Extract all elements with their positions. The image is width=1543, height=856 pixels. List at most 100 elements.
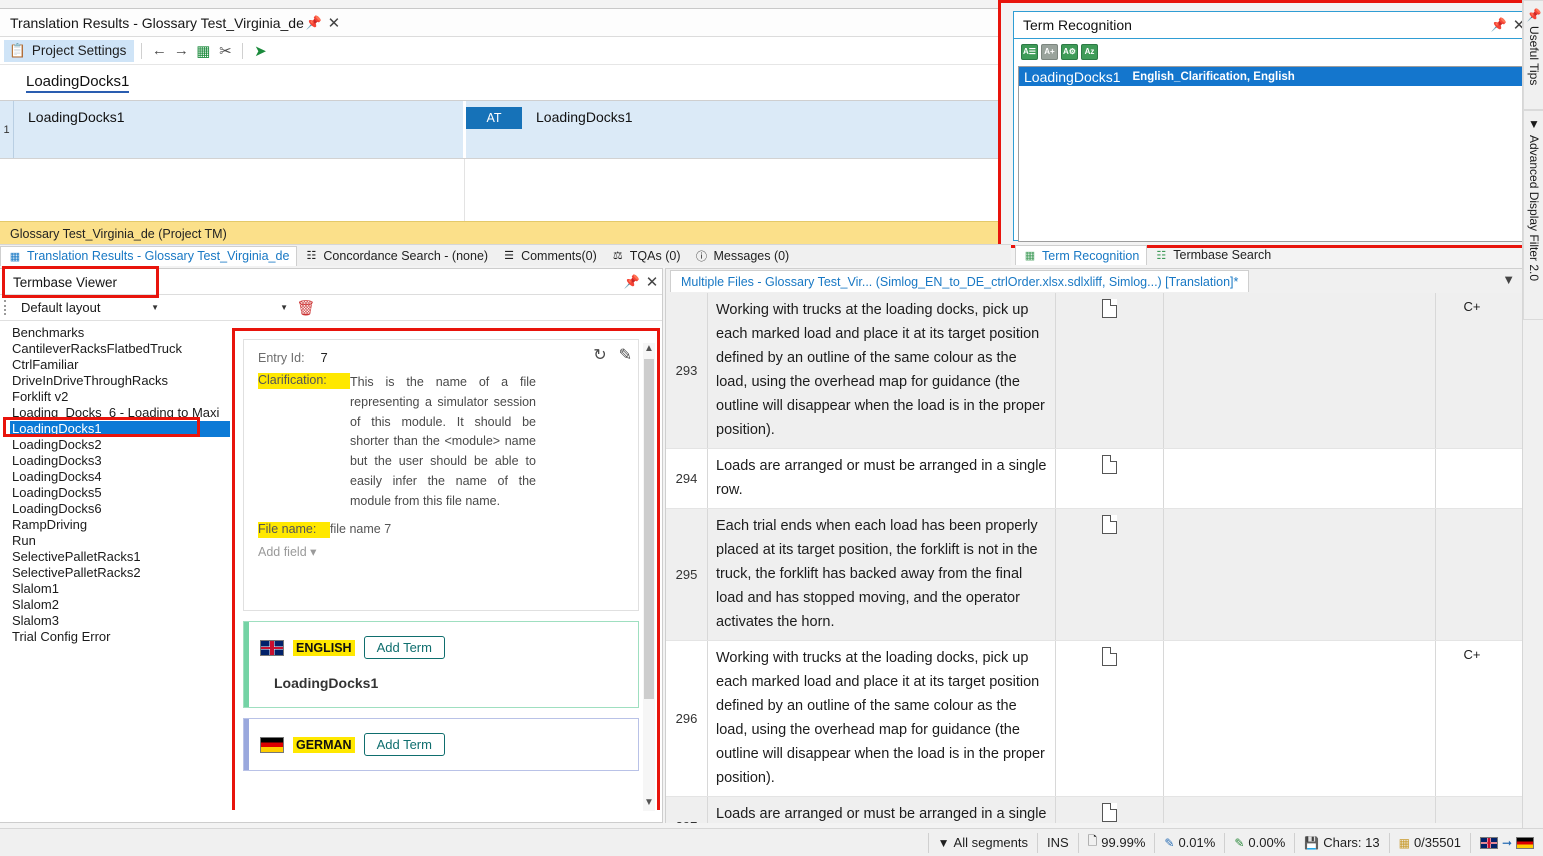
tab-messages[interactable]: ⓘ Messages (0)	[688, 246, 797, 266]
match-type-badge: AT	[466, 107, 522, 129]
termbase-settings-icon[interactable]: A⚙	[1061, 43, 1078, 60]
list-item[interactable]: LoadingDocks6	[10, 501, 230, 517]
editor-document-tab[interactable]: Multiple Files - Glossary Test_Vir... (S…	[670, 270, 1250, 292]
list-item[interactable]: DriveInDriveThroughRacks	[10, 373, 230, 389]
scrollbar-thumb[interactable]	[644, 359, 654, 699]
termbase-term-list[interactable]: Benchmarks CantileverRacksFlatbedTruck C…	[0, 321, 230, 821]
chevron-down-icon: ▼	[151, 303, 159, 312]
translation-results-title: Translation Results - Glossary Test_Virg…	[10, 14, 304, 31]
status-chars: 💾 Chars: 13	[1294, 832, 1388, 853]
close-icon[interactable]: ✕	[642, 272, 662, 292]
list-item[interactable]: Benchmarks	[10, 325, 230, 341]
file-name-row: File name: file name 7	[244, 512, 638, 538]
list-item[interactable]: LoadingDocks4	[10, 469, 230, 485]
list-item[interactable]: Slalom1	[10, 581, 230, 597]
delete-entry-icon[interactable]: 🗑	[296, 298, 316, 318]
scroll-down-icon[interactable]: ▼	[643, 797, 655, 811]
history-icon[interactable]: ↻	[593, 345, 606, 365]
add-term-button-english[interactable]: Add Term	[363, 636, 445, 659]
clear-icon[interactable]: ✂	[215, 41, 235, 61]
list-item[interactable]: LoadingDocks2	[10, 437, 230, 453]
segment-target[interactable]	[1164, 509, 1436, 640]
list-item[interactable]: LoadingDocks3	[10, 453, 230, 469]
segment-target[interactable]	[1164, 797, 1436, 823]
table-row[interactable]: 293 Working with trucks at the loading d…	[666, 293, 1542, 449]
secondary-select[interactable]: ▼	[167, 298, 292, 318]
tab-concordance-search[interactable]: ☷ Concordance Search - (none)	[297, 246, 495, 266]
segment-comment	[1436, 509, 1508, 640]
edit-icon[interactable]: ✎	[619, 345, 632, 365]
table-row[interactable]: 296 Working with trucks at the loading d…	[666, 641, 1542, 797]
list-item[interactable]: LoadingDocks5	[10, 485, 230, 501]
close-icon[interactable]: ✕	[324, 13, 344, 33]
result-target-text: LoadingDocks1	[536, 109, 633, 125]
entry-id-row: Entry Id: 7	[244, 340, 638, 365]
segment-source[interactable]: Each trial ends when each load has been …	[708, 509, 1056, 640]
empty-document-icon	[1102, 803, 1117, 822]
chevron-down-icon: ▾	[310, 544, 317, 559]
translation-results-row[interactable]: 1 LoadingDocks1 AT LoadingDocks1	[0, 101, 1010, 159]
list-item-selected[interactable]: LoadingDocks1	[10, 421, 230, 437]
run-icon[interactable]: ➤	[250, 41, 270, 61]
pin-icon[interactable]: 📌	[1489, 15, 1509, 35]
tab-translation-results[interactable]: ▦ Translation Results - Glossary Test_Vi…	[0, 245, 298, 266]
term-recognition-fields: English_Clarification, English	[1132, 70, 1295, 83]
list-item[interactable]: Trial Config Error	[10, 629, 230, 645]
insert-mode-label: INS	[1046, 835, 1069, 850]
entry-detail-scrollbar[interactable]: ▲ ▼	[643, 343, 655, 811]
tab-list-chevron-icon[interactable]: ▼	[1502, 272, 1515, 288]
empty-document-icon	[1102, 647, 1117, 666]
table-row[interactable]: 297 Loads are arranged or must be arrang…	[666, 797, 1542, 823]
add-new-term-icon[interactable]: A+	[1041, 43, 1058, 60]
table-row[interactable]: 295 Each trial ends when each load has b…	[666, 509, 1542, 641]
list-item[interactable]: CantileverRacksFlatbedTruck	[10, 341, 230, 357]
pin-icon[interactable]: 📌	[304, 13, 324, 33]
table-row[interactable]: 294 Loads are arranged or must be arrang…	[666, 449, 1542, 509]
add-term-button-german[interactable]: Add Term	[363, 733, 445, 756]
termbase-viewer-icon[interactable]: A☰	[1021, 43, 1038, 60]
segment-source[interactable]: Working with trucks at the loading docks…	[708, 293, 1056, 448]
segment-target[interactable]	[1164, 293, 1436, 448]
list-item[interactable]: SelectivePalletRacks2	[10, 565, 230, 581]
segment-target[interactable]	[1164, 641, 1436, 796]
right-tab-rail: 📌 Useful Tips ▼ Advanced Display Filter …	[1522, 0, 1543, 828]
tab-tqas[interactable]: ⚖ TQAs (0)	[604, 246, 688, 266]
status-filter[interactable]: ▼ All segments	[927, 832, 1037, 853]
list-item[interactable]: RampDriving	[10, 517, 230, 533]
list-item[interactable]: Loading_Docks_6 - Loading to Maxi	[10, 405, 230, 421]
vtab-useful-tips[interactable]: 📌 Useful Tips	[1523, 0, 1543, 110]
tab-termbase-search[interactable]: ☷ Termbase Search	[1147, 245, 1278, 265]
vtab-advanced-display-filter[interactable]: ▼ Advanced Display Filter 2.0	[1523, 110, 1543, 320]
pin-icon[interactable]: 📌	[622, 272, 642, 292]
layout-select[interactable]: Default layout ▼	[13, 298, 163, 318]
term-recognition-result-row[interactable]: LoadingDocks1 English_Clarification, Eng…	[1019, 67, 1524, 86]
segment-number: 293	[666, 293, 708, 448]
tab-term-recognition[interactable]: ▦ Term Recognition	[1015, 245, 1148, 265]
back-arrow-icon[interactable]: ←	[149, 41, 169, 61]
list-item[interactable]: Run	[10, 533, 230, 549]
project-settings-button[interactable]: 📋 Project Settings	[4, 39, 135, 62]
editor-segment-grid[interactable]: 293 Working with trucks at the loading d…	[666, 293, 1542, 823]
segment-source[interactable]: Loads are arranged or must be arranged i…	[708, 797, 1056, 823]
scroll-up-icon[interactable]: ▲	[643, 343, 655, 357]
segment-target[interactable]	[1164, 449, 1436, 508]
uk-flag-icon	[1479, 836, 1498, 849]
list-item[interactable]: Forklift v2	[10, 389, 230, 405]
list-item[interactable]: Slalom3	[10, 613, 230, 629]
tab-label: Term Recognition	[1042, 248, 1140, 263]
language-card-english: ENGLISH Add Term LoadingDocks1	[243, 621, 639, 708]
toolbar-grip[interactable]	[4, 300, 9, 315]
term-recognition-icon[interactable]: Az	[1081, 43, 1098, 60]
list-item[interactable]: Slalom2	[10, 597, 230, 613]
tab-comments[interactable]: ☰ Comments(0)	[495, 246, 604, 266]
export-icon[interactable]: ▦	[193, 41, 213, 61]
segment-source[interactable]: Working with trucks at the loading docks…	[708, 641, 1056, 796]
segment-source[interactable]: Loads are arranged or must be arranged i…	[708, 449, 1056, 508]
forward-arrow-icon[interactable]: →	[171, 41, 191, 61]
entry-detail-panel: ↻ ✎ Entry Id: 7 Clarification: This is t…	[235, 339, 657, 815]
add-field-button[interactable]: Add field ▾	[244, 538, 638, 559]
list-item[interactable]: CtrlFamiliar	[10, 357, 230, 373]
list-item[interactable]: SelectivePalletRacks1	[10, 549, 230, 565]
result-row-number: 1	[0, 101, 14, 158]
term-recognition-results-list[interactable]: LoadingDocks1 English_Clarification, Eng…	[1018, 66, 1525, 242]
